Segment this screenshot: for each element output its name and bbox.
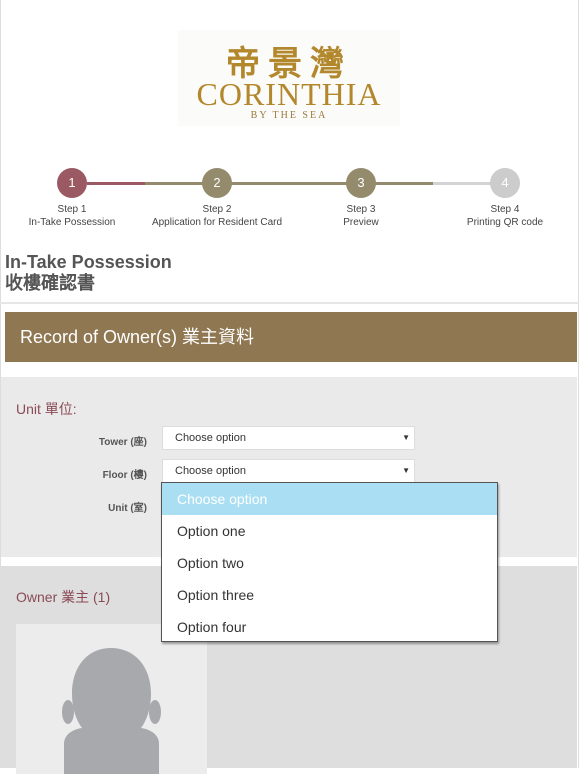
step-1-title: Step 1: [57, 204, 87, 215]
step-4-title: Step 4: [490, 204, 520, 215]
dropdown-option-four[interactable]: Option four: [162, 611, 497, 643]
owner-legend: Owner 業主 (1): [16, 589, 111, 605]
unit-legend: Unit 單位:: [16, 401, 77, 417]
dropdown-option-one[interactable]: Option one: [162, 515, 497, 547]
step-3[interactable]: 3 Step 3 Preview: [301, 168, 421, 228]
step-3-title: Step 3: [346, 204, 376, 215]
owner-photo-placeholder[interactable]: [16, 624, 207, 774]
section-header: Record of Owner(s) 業主資料: [5, 312, 577, 362]
logo-english-text: CORINTHIA: [196, 76, 382, 112]
step-2[interactable]: 2 Step 2 Application for Resident Card: [146, 168, 288, 228]
floor-label: Floor (樓): [102, 470, 147, 481]
step-2-circle: 2: [202, 168, 232, 198]
avatar-silhouette-icon: [62, 648, 161, 774]
floor-dropdown-list[interactable]: Choose option Option one Option two Opti…: [161, 482, 498, 642]
dropdown-option-two[interactable]: Option two: [162, 547, 497, 579]
step-2-title: Step 2: [202, 204, 232, 215]
step-2-subtitle: Application for Resident Card: [151, 217, 283, 228]
step-3-circle: 3: [346, 168, 376, 198]
dropdown-option-choose[interactable]: Choose option: [162, 483, 497, 515]
floor-select-value: Choose option: [175, 465, 246, 477]
page-title: In-Take Possession: [5, 252, 172, 272]
chevron-down-icon: ▼: [402, 466, 410, 475]
section-header-label: Record of Owner(s) 業主資料: [20, 327, 255, 347]
progress-stepper: 1 Step 1 In-Take Possession 2 Step 2 App…: [0, 168, 579, 230]
divider: [0, 302, 579, 304]
step-1-subtitle: In-Take Possession: [28, 217, 116, 228]
page-subtitle: 收樓確認書: [5, 273, 95, 293]
tower-select[interactable]: Choose option ▼: [162, 426, 415, 450]
step-4[interactable]: 4 Step 4 Printing QR code: [445, 168, 565, 228]
step-1[interactable]: 1 Step 1 In-Take Possession: [12, 168, 132, 228]
logo-tagline: BY THE SEA: [250, 110, 328, 121]
step-4-subtitle: Printing QR code: [466, 217, 544, 228]
unit-label: Unit (室): [108, 503, 147, 514]
step-4-circle: 4: [490, 168, 520, 198]
corinthia-logo: 帝景灣 CORINTHIA BY THE SEA: [178, 30, 400, 126]
chevron-down-icon: ▼: [402, 433, 410, 442]
floor-select[interactable]: Choose option ▼: [162, 459, 415, 483]
dropdown-option-three[interactable]: Option three: [162, 579, 497, 611]
tower-label: Tower (座): [98, 437, 147, 448]
tower-select-value: Choose option: [175, 432, 246, 444]
step-3-subtitle: Preview: [343, 217, 379, 228]
step-1-circle: 1: [57, 168, 87, 198]
